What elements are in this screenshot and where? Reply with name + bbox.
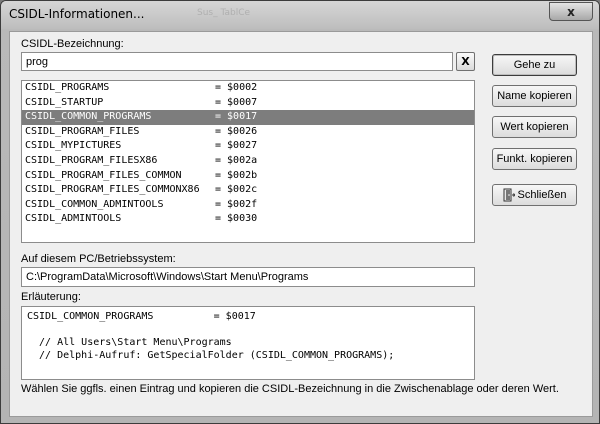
background-tab-ghost: Sus_ TablCe [197, 8, 251, 18]
clear-search-button[interactable]: X [456, 52, 475, 71]
dialog-client-area: CSIDL-Bezeichnung: X CSIDL_PROGRAMS = $00… [9, 31, 593, 417]
list-item-name: CSIDL_ADMINTOOLS [25, 213, 122, 225]
list-item[interactable]: CSIDL_COMMON_PROGRAMS = $0017 [22, 110, 474, 125]
list-item[interactable]: CSIDL_PROGRAM_FILESX86 = $002a [22, 154, 474, 169]
list-item-value: = $0007 [215, 96, 258, 108]
hint-text: Wählen Sie ggfls. einen Eintrag und kopi… [21, 383, 559, 395]
list-item-value: = $002a [215, 154, 258, 166]
list-item[interactable]: CSIDL_ADMINTOOLS = $0030 [22, 212, 474, 227]
explanation-line: // All Users\Start Menu\Programs [27, 337, 232, 348]
explanation-label: Erläuterung: [21, 291, 81, 303]
list-item[interactable]: CSIDL_PROGRAM_FILES = $0026 [22, 125, 474, 140]
close-icon: x [567, 4, 575, 19]
list-item-name: CSIDL_PROGRAM_FILES_COMMONX86 [25, 184, 200, 196]
list-item-value: = $002b [215, 169, 258, 181]
list-item-name: CSIDL_STARTUP [25, 96, 104, 108]
copy-function-button[interactable]: Funkt. kopieren [492, 148, 577, 170]
list-item[interactable]: CSIDL_COMMON_ADMINTOOLS = $002f [22, 198, 474, 213]
copy-value-button[interactable]: Wert kopieren [492, 116, 577, 138]
path-field[interactable] [21, 267, 475, 287]
explanation-line: // Delphi-Aufruf: GetSpecialFolder (CSID… [27, 350, 395, 361]
explanation-memo[interactable]: CSIDL_COMMON_PROGRAMS = $0017 // All Use… [21, 306, 475, 380]
list-item-name: CSIDL_PROGRAMS [25, 82, 110, 93]
window-title: CSIDL-Informationen... [9, 7, 145, 21]
close-button-label: Schließen [517, 189, 567, 201]
list-item-name: CSIDL_PROGRAM_FILES_COMMON [25, 169, 182, 181]
list-item[interactable]: CSIDL_PROGRAM_FILES_COMMONX86 = $002c [22, 183, 474, 198]
csidl-list[interactable]: CSIDL_PROGRAMS = $0002 CSIDL_STARTUP = $000… [21, 80, 475, 243]
csidl-search-input[interactable] [21, 52, 453, 71]
list-item-value: = $002c [215, 184, 258, 196]
csidl-dialog-window: CSIDL-Informationen... Sus_ TablCe x CSI… [0, 0, 600, 424]
close-button[interactable]: Schließen [492, 184, 577, 206]
list-item[interactable]: CSIDL_STARTUP = $0007 [22, 96, 474, 111]
list-item-name: CSIDL_PROGRAM_FILESX86 [25, 154, 158, 166]
explanation-line: CSIDL_COMMON_PROGRAMS = $0017 [27, 311, 256, 322]
window-close-button[interactable]: x [549, 2, 593, 21]
explanation-line [27, 323, 469, 336]
list-item-value: = $0002 [215, 82, 258, 93]
title-bar[interactable]: CSIDL-Informationen... Sus_ TablCe x [1, 1, 599, 29]
csidl-label: CSIDL-Bezeichnung: [21, 38, 124, 50]
list-item-name: CSIDL_COMMON_ADMINTOOLS [25, 198, 164, 210]
copy-name-button[interactable]: Name kopieren [492, 85, 577, 107]
list-item-name: CSIDL_PROGRAM_FILES [25, 125, 140, 137]
list-item-name: CSIDL_MYPICTURES [25, 140, 122, 152]
list-item-value: = $0030 [215, 213, 258, 225]
path-label: Auf diesem PC/Betriebssystem: [21, 253, 176, 265]
goto-button[interactable]: Gehe zu [492, 54, 577, 76]
list-item-value: = $002f [215, 198, 258, 210]
list-item[interactable]: CSIDL_MYPICTURES = $0027 [22, 139, 474, 154]
list-item-value: = $0027 [215, 140, 258, 152]
list-item[interactable]: CSIDL_PROGRAM_FILES_COMMON = $002b [22, 169, 474, 184]
list-item[interactable]: CSIDL_PROGRAMS = $0002 [22, 81, 474, 96]
exit-door-icon [503, 188, 515, 202]
list-item-value: = $0026 [215, 125, 258, 137]
list-item-name: CSIDL_COMMON_PROGRAMS [25, 111, 152, 123]
list-item-value: = $0017 [215, 111, 258, 123]
